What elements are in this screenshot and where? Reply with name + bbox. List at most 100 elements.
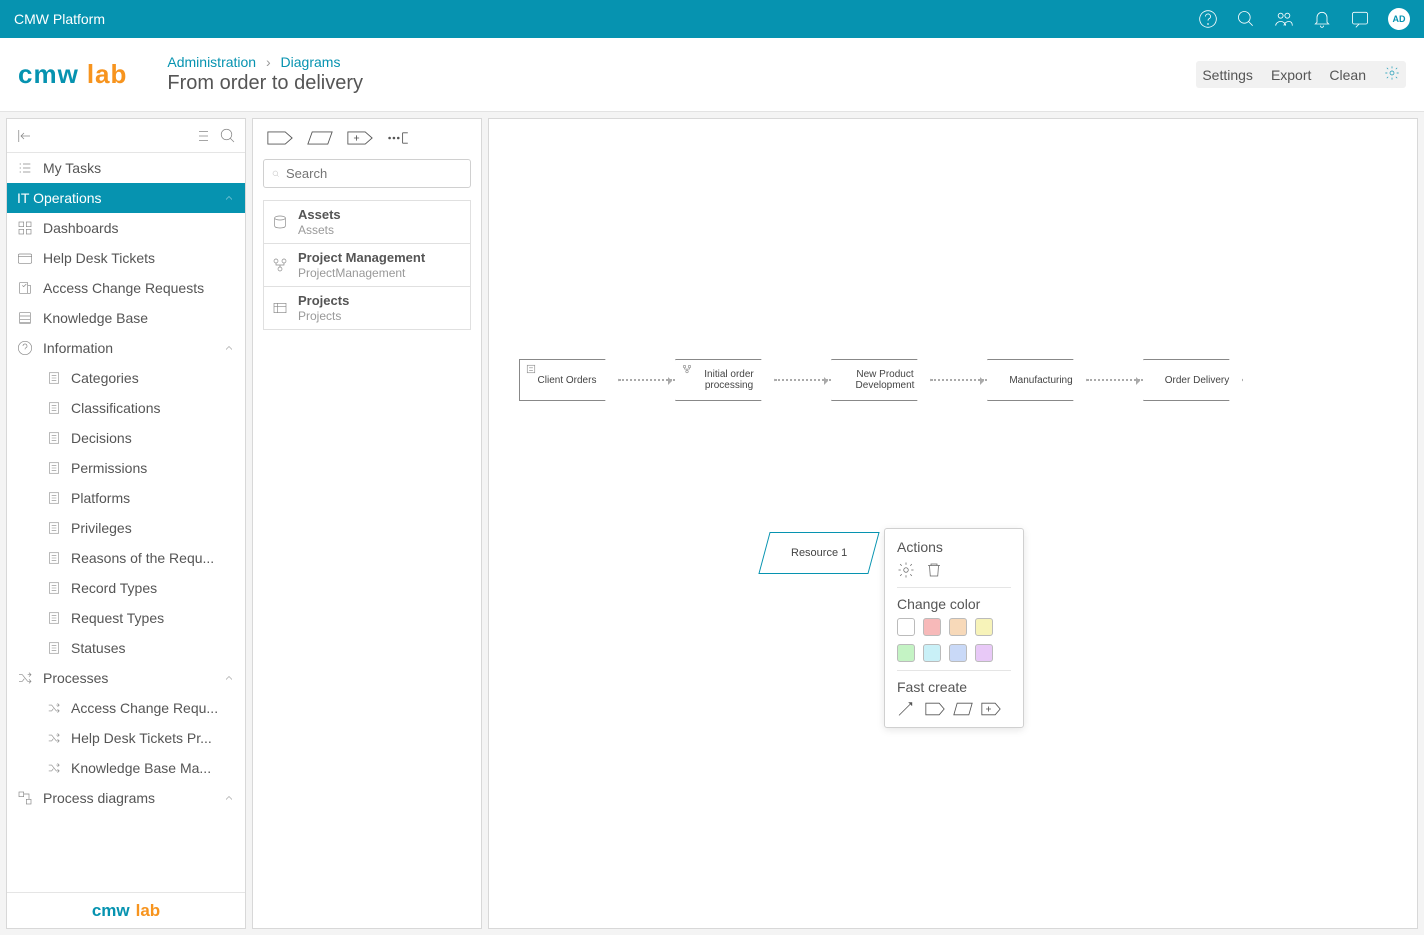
- nav-item[interactable]: Access Change Requests: [7, 273, 245, 303]
- page-title: From order to delivery: [167, 72, 363, 95]
- nav-sub-item[interactable]: Access Change Requ...: [7, 693, 245, 723]
- search-input[interactable]: [286, 166, 462, 181]
- clean-button[interactable]: Clean: [1329, 67, 1366, 83]
- shuffle-icon: [47, 761, 61, 775]
- nav-sub-item[interactable]: Reasons of the Requ...: [7, 543, 245, 573]
- nav-icon: [17, 220, 33, 236]
- color-swatch[interactable]: [949, 618, 967, 636]
- nav-my-tasks[interactable]: My Tasks: [7, 153, 245, 183]
- color-swatch[interactable]: [975, 618, 993, 636]
- asset-item[interactable]: ProjectsProjects: [264, 287, 470, 329]
- connector-tool[interactable]: [387, 129, 413, 147]
- nav-sub-item[interactable]: Classifications: [7, 393, 245, 423]
- nav-sub-item[interactable]: Decisions: [7, 423, 245, 453]
- color-swatch[interactable]: [897, 644, 915, 662]
- flow-node[interactable]: New Product Development: [831, 359, 931, 401]
- asset-item[interactable]: AssetsAssets: [264, 201, 470, 244]
- help-icon[interactable]: [1198, 9, 1218, 29]
- color-swatch[interactable]: [923, 644, 941, 662]
- nav-item[interactable]: Help Desk Tickets: [7, 243, 245, 273]
- chat-icon[interactable]: [1350, 9, 1370, 29]
- chevron-up-icon: [223, 192, 235, 204]
- flow-connector: [619, 379, 675, 381]
- doc-icon: [47, 581, 61, 595]
- collapse-icon[interactable]: [15, 127, 33, 145]
- color-swatch[interactable]: [897, 618, 915, 636]
- shuffle-icon: [17, 670, 33, 686]
- fc-arrow-icon[interactable]: [925, 701, 945, 717]
- gear-icon[interactable]: [1384, 65, 1400, 84]
- logo: cmwlab: [18, 59, 127, 90]
- breadcrumb-root[interactable]: Administration: [167, 54, 256, 70]
- flow-node[interactable]: Client Orders: [519, 359, 619, 401]
- nav-item[interactable]: Knowledge Base: [7, 303, 245, 333]
- nav-sub-item[interactable]: Privileges: [7, 513, 245, 543]
- doc-icon: [47, 641, 61, 655]
- breadcrumb-area: Administration › Diagrams From order to …: [167, 54, 363, 95]
- nav-sub-item[interactable]: Record Types: [7, 573, 245, 603]
- branch-icon: [682, 364, 692, 374]
- nav-item[interactable]: Dashboards: [7, 213, 245, 243]
- sidebar-toolbar: [7, 119, 245, 153]
- search-sidebar-icon[interactable]: [219, 127, 237, 145]
- flow-node[interactable]: Order Delivery: [1143, 359, 1243, 401]
- canvas[interactable]: Client Orders Initial order processing New…: [488, 118, 1418, 929]
- shape-tools: [263, 129, 471, 147]
- arrow-shape-tool[interactable]: [267, 129, 293, 147]
- popup-fastcreate-title: Fast create: [897, 679, 1011, 695]
- nav-sub-item[interactable]: Request Types: [7, 603, 245, 633]
- settings-button[interactable]: Settings: [1202, 67, 1253, 83]
- nav-sub-item[interactable]: Statuses: [7, 633, 245, 663]
- asset-icon: [272, 214, 288, 230]
- nav-sub-item[interactable]: Categories: [7, 363, 245, 393]
- nav-processes[interactable]: Processes: [7, 663, 245, 693]
- fc-parallelogram-icon[interactable]: [953, 701, 973, 717]
- nav-icon: [17, 250, 33, 266]
- nav-process-diagrams[interactable]: Process diagrams: [7, 783, 245, 813]
- fc-pointer-icon[interactable]: [897, 701, 917, 717]
- parallelogram-tool[interactable]: [307, 129, 333, 147]
- breadcrumb-page[interactable]: Diagrams: [281, 54, 341, 70]
- flow: Client Orders Initial order processing New…: [519, 359, 1243, 401]
- nav-icon: [17, 280, 33, 296]
- nav-sub-item[interactable]: Help Desk Tickets Pr...: [7, 723, 245, 753]
- asset-item[interactable]: Project ManagementProjectManagement: [264, 244, 470, 287]
- resource-shape[interactable]: Resource 1: [758, 532, 879, 574]
- nav-icon: [17, 310, 33, 326]
- color-swatch[interactable]: [923, 618, 941, 636]
- search-box[interactable]: [263, 159, 471, 188]
- list-icon[interactable]: [193, 127, 211, 145]
- bell-icon[interactable]: [1312, 9, 1332, 29]
- users-icon[interactable]: [1274, 9, 1294, 29]
- tasks-icon: [17, 160, 33, 176]
- flow-node[interactable]: Initial order processing: [675, 359, 775, 401]
- nav-sub-item[interactable]: Permissions: [7, 453, 245, 483]
- shuffle-icon: [47, 731, 61, 745]
- app-title: CMW Platform: [14, 11, 105, 27]
- color-swatch[interactable]: [975, 644, 993, 662]
- nav-information[interactable]: Information: [7, 333, 245, 363]
- info-icon: [17, 340, 33, 356]
- settings-action-icon[interactable]: [897, 561, 915, 579]
- popup-color-title: Change color: [897, 596, 1011, 612]
- fc-plus-icon[interactable]: [981, 701, 1001, 717]
- diagram-icon: [17, 790, 33, 806]
- avatar[interactable]: AD: [1388, 8, 1410, 30]
- nav-sub-item[interactable]: Platforms: [7, 483, 245, 513]
- search-icon[interactable]: [1236, 9, 1256, 29]
- doc-icon: [47, 431, 61, 445]
- nav-sub-item[interactable]: Knowledge Base Ma...: [7, 753, 245, 783]
- flow-connector: [1087, 379, 1143, 381]
- doc-icon: [47, 371, 61, 385]
- nav-it-operations[interactable]: IT Operations: [7, 183, 245, 213]
- color-swatch[interactable]: [949, 644, 967, 662]
- header: cmwlab Administration › Diagrams From or…: [0, 38, 1424, 112]
- asset-icon: [272, 257, 288, 273]
- color-swatches: [897, 618, 1011, 662]
- arrow-plus-tool[interactable]: [347, 129, 373, 147]
- delete-action-icon[interactable]: [925, 561, 943, 579]
- context-popup: Actions Change color Fast create: [884, 528, 1024, 728]
- export-button[interactable]: Export: [1271, 67, 1311, 83]
- flow-node[interactable]: Manufacturing: [987, 359, 1087, 401]
- shuffle-icon: [47, 701, 61, 715]
